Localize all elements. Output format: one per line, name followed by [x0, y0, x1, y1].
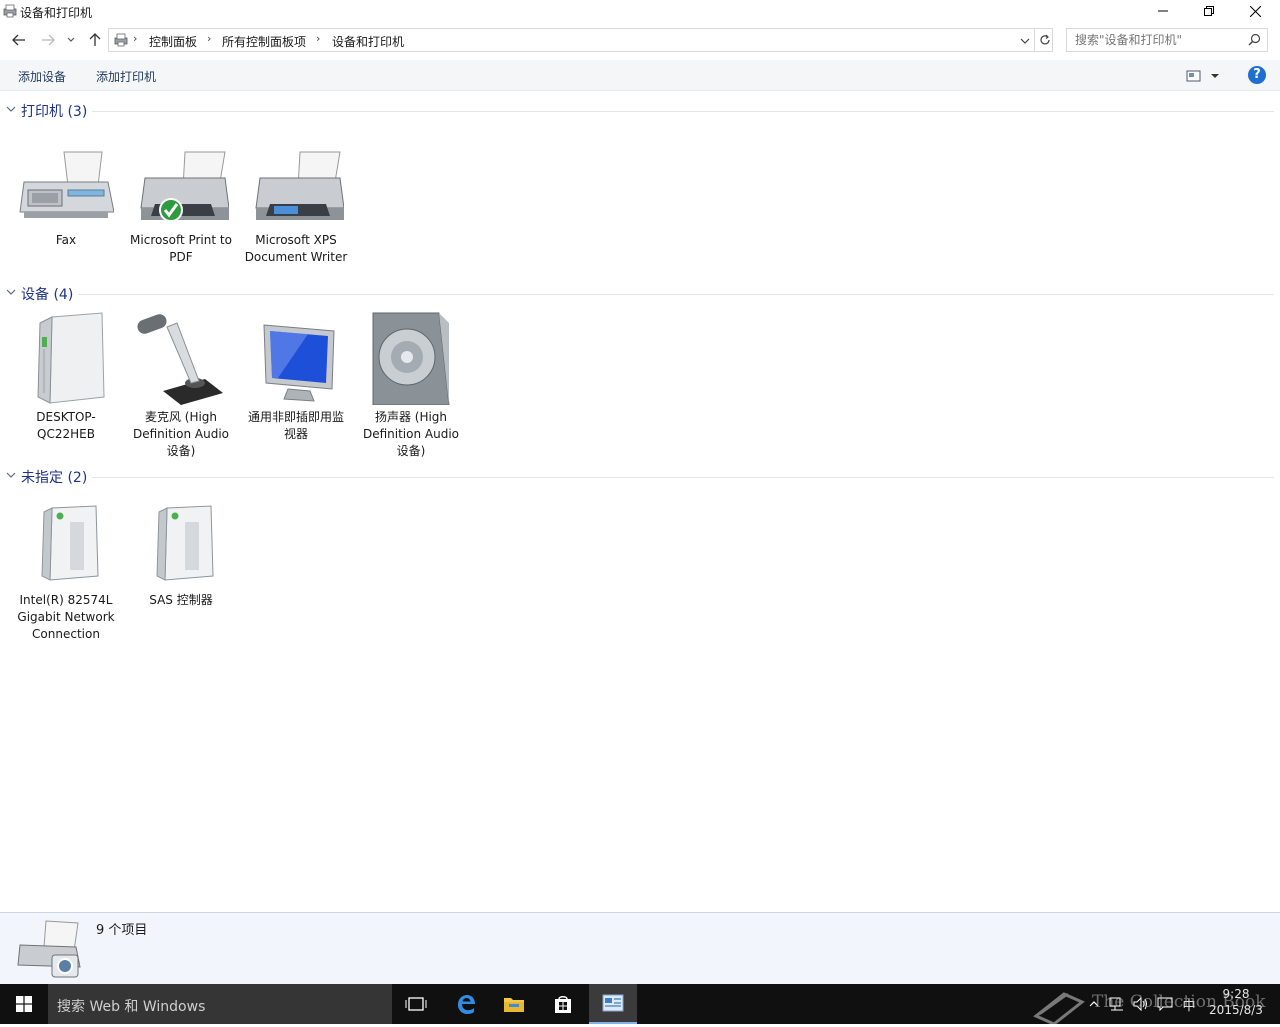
- edge-icon: [458, 995, 475, 1014]
- chevron-down-icon: [6, 289, 16, 295]
- device-item-desktop[interactable]: DESKTOP-QC22HEB: [13, 309, 119, 459]
- arrow-left-icon: [12, 34, 25, 46]
- microphone-icon: [137, 314, 223, 405]
- help-button[interactable]: ?: [1248, 66, 1266, 84]
- chevron-down-icon: [6, 106, 16, 112]
- book-logo-icon: [1033, 992, 1085, 1026]
- file-explorer-button[interactable]: [490, 984, 538, 1024]
- device-item-network-adapter[interactable]: Intel(R) 82574L Gigabit Network Connecti…: [13, 492, 119, 642]
- search-box[interactable]: [1066, 28, 1268, 52]
- back-button[interactable]: [8, 29, 30, 51]
- devices-printers-icon: [3, 4, 17, 18]
- details-pane: 9 个项目: [0, 912, 1280, 984]
- breadcrumb-separator-icon[interactable]: ›: [207, 32, 211, 45]
- speaker-icon: [372, 312, 450, 405]
- chevron-down-icon: [6, 472, 16, 478]
- arrow-up-icon: [89, 33, 101, 46]
- monitor-icon: [263, 324, 335, 402]
- group-divider: [78, 294, 1274, 295]
- refresh-button[interactable]: [1034, 29, 1054, 51]
- device-label: Intel(R) 82574L Gigabit Network Connecti…: [17, 593, 115, 641]
- computer-tower-icon: [37, 312, 105, 404]
- edge-button[interactable]: [442, 984, 490, 1024]
- taskbar-search-box[interactable]: 搜索 Web 和 Windows: [48, 984, 392, 1024]
- device-item-fax[interactable]: Fax: [13, 132, 119, 282]
- restore-button[interactable]: [1186, 0, 1232, 22]
- minimize-icon: [1158, 10, 1168, 12]
- group-divider: [92, 477, 1274, 478]
- restore-icon: [1204, 6, 1214, 16]
- group-title: 打印机 (3): [21, 104, 88, 120]
- start-button[interactable]: [0, 984, 48, 1024]
- windows-logo-icon: [16, 996, 32, 1012]
- store-icon: [555, 996, 571, 1013]
- breadcrumb-separator-icon[interactable]: ›: [316, 32, 320, 45]
- control-panel-icon: [602, 994, 624, 1012]
- group-divider: [92, 111, 1274, 112]
- device-label: SAS 控制器: [149, 593, 213, 607]
- device-item-xps-writer[interactable]: Microsoft XPS Document Writer: [243, 132, 349, 282]
- printer-icon: [255, 151, 344, 220]
- address-bar[interactable]: › 控制面板 › 所有控制面板项 › 设备和打印机: [108, 28, 1053, 52]
- device-label: 扬声器 (High Definition Audio 设备): [362, 410, 460, 458]
- device-item-speaker[interactable]: 扬声器 (High Definition Audio 设备): [358, 309, 464, 459]
- device-label: Fax: [55, 233, 77, 247]
- add-printer-button[interactable]: 添加打印机: [96, 68, 156, 85]
- view-icon: [1186, 70, 1219, 82]
- group-header-devices[interactable]: 设备 (4): [6, 284, 1274, 304]
- device-label: Microsoft Print to PDF: [130, 233, 232, 264]
- device-label: DESKTOP-QC22HEB: [36, 410, 96, 441]
- watermark: The Collection Book: [1030, 990, 1270, 1026]
- window-title: 设备和打印机: [20, 6, 93, 20]
- device-item-print-to-pdf[interactable]: Microsoft Print to PDF: [128, 132, 234, 282]
- device-label: 麦克风 (High Definition Audio 设备): [132, 410, 230, 458]
- change-view-button[interactable]: [1186, 68, 1222, 84]
- refresh-icon: [1039, 34, 1050, 45]
- task-view-icon: [405, 997, 427, 1011]
- close-icon: [1249, 5, 1261, 17]
- close-button[interactable]: [1232, 0, 1278, 22]
- title-bar: 设备和打印机: [0, 0, 1280, 24]
- breadcrumb-all-items[interactable]: 所有控制面板项: [222, 33, 306, 50]
- recent-locations-button[interactable]: [62, 29, 80, 51]
- fax-icon: [19, 151, 114, 218]
- watermark-text: The Collection Book: [1092, 992, 1266, 1012]
- device-label: Microsoft XPS Document Writer: [244, 233, 348, 264]
- chevron-down-icon: [1020, 38, 1030, 44]
- control-panel-taskbar-button[interactable]: [589, 984, 637, 1024]
- device-label: 通用非即插即用监视器: [247, 410, 344, 441]
- store-button[interactable]: [539, 984, 587, 1024]
- group-title: 未指定 (2): [21, 470, 88, 486]
- taskbar-search-placeholder[interactable]: 搜索 Web 和 Windows: [57, 996, 205, 1016]
- forward-button[interactable]: [37, 29, 59, 51]
- search-input[interactable]: [1075, 32, 1245, 48]
- breadcrumb-control-panel[interactable]: 控制面板: [149, 33, 197, 50]
- group-header-unspecified[interactable]: 未指定 (2): [6, 467, 1274, 487]
- address-history-button[interactable]: [1017, 33, 1033, 49]
- printer-default-icon: [140, 151, 229, 222]
- task-view-button[interactable]: [392, 984, 440, 1024]
- command-bar: 添加设备 添加打印机: [0, 60, 1280, 91]
- add-device-button[interactable]: 添加设备: [18, 68, 66, 85]
- group-title: 设备 (4): [21, 287, 74, 303]
- devices-printers-icon: [114, 33, 128, 47]
- generic-device-icon: [156, 505, 214, 581]
- minimize-button[interactable]: [1140, 0, 1186, 22]
- item-count: 9 个项目: [96, 923, 148, 938]
- chevron-down-icon: [67, 37, 75, 42]
- device-item-sas-controller[interactable]: SAS 控制器: [128, 492, 234, 642]
- search-icon[interactable]: [1248, 33, 1261, 46]
- breadcrumb-devices-printers[interactable]: 设备和打印机: [332, 33, 404, 50]
- up-button[interactable]: [84, 29, 106, 51]
- device-item-monitor[interactable]: 通用非即插即用监视器: [243, 309, 349, 459]
- breadcrumb-separator-icon[interactable]: ›: [133, 32, 137, 45]
- group-header-printers[interactable]: 打印机 (3): [6, 101, 1274, 121]
- folder-icon: [504, 998, 524, 1012]
- arrow-right-icon: [42, 34, 55, 46]
- generic-device-icon: [41, 505, 99, 581]
- device-item-microphone[interactable]: 麦克风 (High Definition Audio 设备): [128, 309, 234, 459]
- navigation-bar: › 控制面板 › 所有控制面板项 › 设备和打印机: [0, 26, 1280, 54]
- devices-printers-icon: [17, 920, 81, 978]
